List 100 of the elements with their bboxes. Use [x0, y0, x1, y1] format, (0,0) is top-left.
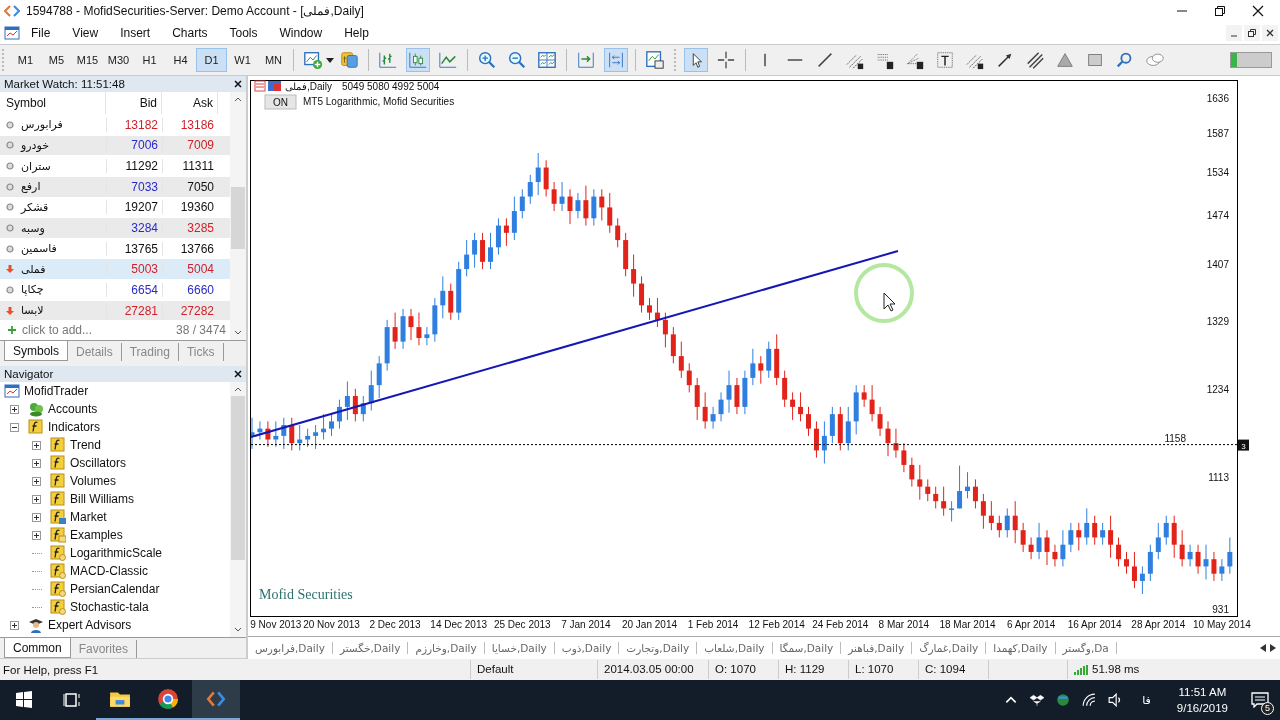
navigator-item[interactable]: Indicators — [48, 420, 101, 434]
price-badge: 3 — [1238, 439, 1249, 451]
date-axis-label: 18 Mar 2014 — [939, 619, 996, 630]
navigator-item[interactable]: Bill Williams — [70, 492, 134, 506]
clock-time[interactable]: 11:51 AM — [1178, 684, 1227, 700]
ask-price: 5004 — [187, 262, 214, 277]
date-axis-label: 6 Apr 2014 — [1006, 619, 1056, 630]
ask-price: 3285 — [187, 221, 214, 235]
navigator-item[interactable]: PersianCalendar — [70, 582, 160, 596]
menu-item[interactable]: Tools — [218, 26, 269, 40]
on-button[interactable]: ON — [264, 94, 297, 110]
status-text: H: 1129 — [778, 660, 848, 679]
navigator-item[interactable]: Accounts — [48, 402, 98, 416]
date-axis-label: 12 Feb 2014 — [748, 619, 805, 630]
menu-item[interactable]: File — [20, 26, 62, 40]
chart-tab[interactable]: کهمدا,Daily — [986, 642, 1056, 654]
status-text: L: 1070 — [848, 660, 918, 679]
date-axis-label: 16 Apr 2014 — [1067, 619, 1122, 630]
ask-price: 13186 — [180, 117, 214, 132]
timeframe-button[interactable]: D1 — [196, 48, 227, 72]
date-axis-label: 24 Feb 2014 — [812, 619, 869, 630]
date-axis-label: 7 Jan 2014 — [561, 619, 611, 630]
chart-tab[interactable]: وگستر,Da — [1055, 642, 1117, 654]
date-axis-label: 20 Nov 2013 — [303, 619, 360, 630]
navigator-item[interactable]: MACD-Classic — [70, 564, 148, 578]
price-axis-label: 1329 — [1206, 315, 1229, 327]
navigator-item[interactable]: Trend — [70, 438, 101, 452]
chart-tab[interactable]: خسایا,Daily — [484, 642, 555, 654]
navigator-item[interactable]: LogarithmicScale — [70, 546, 163, 560]
chart-tab[interactable]: ذوب,Daily — [554, 642, 620, 654]
timeframe-button[interactable]: W1 — [227, 48, 258, 72]
chart-tab[interactable]: وخارزم,Daily — [408, 642, 485, 654]
navigator-item[interactable]: Examples — [70, 528, 123, 542]
price-axis-label: 1636 — [1206, 92, 1229, 104]
panel-title: Market Watch: 11:51:48 — [4, 78, 125, 90]
symbol-name: ستران — [21, 159, 51, 173]
menu-item[interactable]: Window — [268, 26, 334, 40]
chart-symbol-label: فملی,Daily — [285, 81, 332, 92]
price-axis-label: 1587 — [1206, 128, 1229, 140]
chart-tab[interactable]: وتجارت,Daily — [619, 642, 698, 654]
date-axis-label: 28 Apr 2014 — [1131, 619, 1186, 630]
date-axis-label: 8 Mar 2014 — [878, 619, 930, 630]
timeframe-button[interactable]: M30 — [103, 48, 134, 72]
timeframe-button[interactable]: M1 — [10, 48, 41, 72]
notification-count: 5 — [1261, 702, 1274, 715]
navigator-item[interactable]: MofidTrader — [24, 384, 89, 398]
status-text: Default — [470, 660, 597, 679]
column-header[interactable]: Ask — [162, 92, 218, 114]
bid-price: 11292 — [125, 159, 158, 174]
price-axis-label: 1474 — [1206, 210, 1229, 222]
timeframe-button[interactable]: MN — [258, 48, 289, 72]
price-axis-label: 1534 — [1206, 166, 1229, 178]
date-axis-label: 14 Dec 2013 — [430, 619, 488, 630]
navigator-item[interactable]: Expert Advisors — [48, 618, 132, 632]
navigator-item[interactable]: Oscillators — [70, 456, 126, 470]
navigator-item[interactable]: Stochastic-tala — [70, 600, 149, 614]
clock-date[interactable]: 9/16/2019 — [1176, 700, 1228, 716]
symbol-name: فرابورس — [21, 118, 63, 132]
price-axis-label: 1407 — [1206, 259, 1229, 270]
chart-tab[interactable]: شلعاب,Daily — [697, 642, 773, 654]
bid-price: 5003 — [131, 262, 158, 277]
timeframe-button[interactable]: M15 — [72, 48, 103, 72]
column-header[interactable]: Symbol — [0, 92, 106, 114]
menu-item[interactable]: Insert — [109, 26, 162, 40]
column-header[interactable]: Bid — [106, 92, 162, 114]
symbol-count: 38 / 3474 — [175, 323, 227, 338]
timeframe-button[interactable]: M5 — [41, 48, 72, 72]
symbol-name: فاسمین — [21, 242, 57, 256]
bid-price: 7033 — [131, 179, 158, 194]
ask-price: 27282 — [180, 303, 214, 318]
chart-tab[interactable]: سمگا,Daily — [772, 642, 842, 654]
chart-tab[interactable]: غمارگ,Daily — [912, 642, 987, 654]
menu-item[interactable]: View — [61, 26, 110, 40]
timeframe-button[interactable]: H4 — [165, 48, 196, 72]
chart-tab[interactable]: فباهنر,Daily — [841, 642, 913, 654]
price-line-label: 1158 — [1164, 432, 1186, 444]
language-indicator[interactable]: فا — [1142, 693, 1151, 707]
bid-price: 13765 — [124, 241, 158, 256]
menu-item[interactable]: Charts — [161, 26, 219, 40]
add-symbol-link[interactable]: click to add... — [22, 323, 93, 338]
bid-price: 13182 — [124, 117, 158, 132]
chart-tab[interactable]: فرابورس,Daily — [248, 642, 333, 654]
ask-price: 7050 — [187, 179, 214, 194]
menu-item[interactable]: Help — [333, 26, 380, 40]
timeframe-button[interactable]: H1 — [134, 48, 165, 72]
ask-price: 6660 — [187, 282, 214, 297]
ping-text: 51.98 ms — [1092, 662, 1140, 677]
symbol-name: ارفع — [21, 180, 41, 194]
symbol-name: وسبه — [21, 221, 45, 235]
chart-tab[interactable]: خگستر,Daily — [332, 642, 409, 654]
status-text: For Help, press F1 — [2, 663, 100, 676]
navigator-item[interactable]: Volumes — [70, 474, 117, 488]
panel-tab[interactable]: Symbols — [4, 341, 68, 361]
price-axis-label: 1113 — [1208, 472, 1229, 484]
panel-tab[interactable]: Common — [4, 638, 71, 658]
bid-price: 19207 — [124, 200, 158, 215]
symbol-name: لابسا — [21, 304, 44, 318]
navigator-item[interactable]: Market — [70, 510, 107, 524]
bid-price: 7006 — [131, 138, 158, 153]
bid-price: 27281 — [124, 303, 158, 318]
